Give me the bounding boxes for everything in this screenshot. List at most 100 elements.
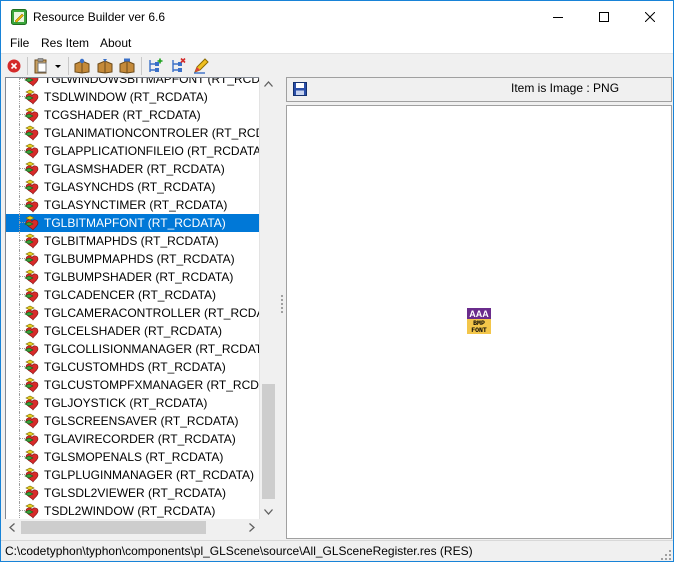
resource-item-icon (24, 269, 39, 285)
tree-item[interactable]: TGLASYNCHDS (RT_RCDATA) (6, 178, 264, 196)
tree-item[interactable]: TGLAPPLICATIONFILEIO (RT_RCDATA) (6, 142, 264, 160)
tree-connector-line (19, 286, 20, 304)
add-item-button[interactable] (146, 57, 164, 75)
tree-item-label: TGLCUSTOMHDS (RT_RCDATA) (44, 360, 226, 374)
tree-horizontal-scrollbar[interactable] (5, 519, 259, 536)
menu-file[interactable]: File (10, 36, 29, 50)
tree-item-label: TGLANIMATIONCONTROLER (RT_RCDATA) (44, 126, 264, 140)
tree-item[interactable]: TGLAVIRECORDER (RT_RCDATA) (6, 430, 264, 448)
resource-item-icon (24, 197, 39, 213)
item-type-label: Item is Image : PNG (511, 81, 620, 95)
tree-item-label: TGLBITMAPFONT (RT_RCDATA) (44, 216, 226, 230)
tree-item-label: TGLCADENCER (RT_RCDATA) (44, 288, 217, 302)
save-icon[interactable] (293, 82, 307, 96)
tree-item[interactable]: TGLBITMAPFONT (RT_RCDATA) (6, 214, 264, 232)
tree-item[interactable]: TGLSCREENSAVER (RT_RCDATA) (6, 412, 264, 430)
scroll-up-icon[interactable] (264, 81, 273, 87)
scroll-down-icon[interactable] (264, 509, 273, 515)
tree-item[interactable]: TGLPLUGINMANAGER (RT_RCDATA) (6, 466, 264, 484)
resource-item-icon (24, 215, 39, 231)
open-button[interactable] (73, 57, 91, 75)
image-text-mid: BMP (473, 320, 485, 327)
tree-item[interactable]: TGLJOYSTICK (RT_RCDATA) (6, 394, 264, 412)
toolbar-separator (141, 57, 142, 75)
tree-item[interactable]: TGLSMOPENALS (RT_RCDATA) (6, 448, 264, 466)
image-text-top: AAA (469, 309, 489, 319)
tree-connector-line (19, 196, 20, 214)
new-dropdown-button[interactable] (32, 57, 64, 75)
minimize-icon (553, 17, 563, 18)
resource-item-icon (24, 377, 39, 393)
scrollbar-corner (259, 519, 276, 536)
maximize-button[interactable] (581, 1, 627, 33)
tree-connector-line (19, 466, 20, 484)
scroll-left-icon[interactable] (9, 523, 15, 532)
title-bar[interactable]: Resource Builder ver 6.6 (1, 1, 673, 33)
tree-item-label: TGLBUMPMAPHDS (RT_RCDATA) (44, 252, 235, 266)
scroll-thumb[interactable] (262, 384, 275, 499)
delete-item-button[interactable] (169, 57, 187, 75)
tree-item-label: TGLASYNCHDS (RT_RCDATA) (44, 180, 216, 194)
tree-item[interactable]: TGLCUSTOMPFXMANAGER (RT_RCDATA) (6, 376, 264, 394)
scroll-thumb[interactable] (21, 521, 206, 534)
splitter-grip (281, 303, 283, 305)
tree-connector-line (19, 412, 20, 430)
tree-item[interactable]: TSDL2WINDOW (RT_RCDATA) (6, 502, 264, 520)
splitter-grip (281, 311, 283, 313)
tree-connector-line (19, 268, 20, 286)
tree-item-label: TGLSCREENSAVER (RT_RCDATA) (44, 414, 239, 428)
tree-item[interactable]: TGLCADENCER (RT_RCDATA) (6, 286, 264, 304)
image-text-bot: FONT (471, 327, 487, 334)
tree-item[interactable]: TGLWINDOWSBITMAPFONT (RT_RCDATA) (6, 78, 264, 88)
tree-item[interactable]: TCGSHADER (RT_RCDATA) (6, 106, 264, 124)
resource-item-icon (24, 107, 39, 123)
toolbar-separator (27, 57, 28, 75)
close-file-button[interactable] (5, 57, 23, 75)
add-item-icon (149, 58, 163, 72)
status-bar: C:\codetyphon\typhon\components\pl_GLSce… (1, 540, 673, 561)
pane-splitter[interactable] (279, 77, 285, 537)
resource-item-icon (24, 179, 39, 195)
tree-vertical-scrollbar[interactable] (259, 77, 277, 519)
close-window-button[interactable] (627, 1, 673, 33)
tree-connector-line (19, 484, 20, 502)
tree-item-label: TCGSHADER (RT_RCDATA) (44, 108, 201, 122)
tree-item[interactable]: TGLSDL2VIEWER (RT_RCDATA) (6, 484, 264, 502)
tree-item[interactable]: TGLCAMERACONTROLLER (RT_RCDATA) (6, 304, 264, 322)
tree-connector-line (19, 250, 20, 268)
app-window: Resource Builder ver 6.6 File Res Item A… (0, 0, 674, 562)
tree-item[interactable]: TSDLWINDOW (RT_RCDATA) (6, 88, 264, 106)
tree-item[interactable]: TGLBUMPMAPHDS (RT_RCDATA) (6, 250, 264, 268)
tree-item[interactable]: TGLBUMPSHADER (RT_RCDATA) (6, 268, 264, 286)
splitter-grip (281, 299, 283, 301)
tree-item[interactable]: TGLCELSHADER (RT_RCDATA) (6, 322, 264, 340)
tree-item[interactable]: TGLCUSTOMHDS (RT_RCDATA) (6, 358, 264, 376)
tree-connector-line (19, 124, 20, 142)
menu-about[interactable]: About (100, 36, 131, 50)
paste-button[interactable] (96, 57, 114, 75)
tree-connector-line (19, 448, 20, 466)
menu-res-item[interactable]: Res Item (41, 36, 89, 50)
resource-item-icon (24, 251, 39, 267)
resize-grip-icon[interactable] (661, 550, 671, 560)
tree-item[interactable]: TGLBITMAPHDS (RT_RCDATA) (6, 232, 264, 250)
tree-item[interactable]: TGLASYNCTIMER (RT_RCDATA) (6, 196, 264, 214)
tree-item-label: TGLCELSHADER (RT_RCDATA) (44, 324, 223, 338)
edit-item-button[interactable] (192, 57, 210, 75)
resource-item-icon (24, 78, 39, 87)
resource-item-icon (24, 395, 39, 411)
resource-item-icon (24, 143, 39, 159)
replace-button[interactable] (118, 57, 136, 75)
toolbar-separator (68, 57, 69, 75)
resource-tree[interactable]: TGLWINDOWSBITMAPFONT (RT_RCDATA) TSDLWIND… (5, 77, 265, 521)
tree-connector-line (19, 304, 20, 322)
box-icon (119, 58, 135, 74)
minimize-button[interactable] (535, 1, 581, 33)
tree-item-label: TGLPLUGINMANAGER (RT_RCDATA) (44, 468, 255, 482)
tree-item[interactable]: TGLASMSHADER (RT_RCDATA) (6, 160, 264, 178)
tree-item-label: TGLAVIRECORDER (RT_RCDATA) (44, 432, 236, 446)
tree-item[interactable]: TGLCOLLISIONMANAGER (RT_RCDATA) (6, 340, 264, 358)
resource-item-icon (24, 233, 39, 249)
scroll-right-icon[interactable] (249, 523, 255, 532)
tree-item[interactable]: TGLANIMATIONCONTROLER (RT_RCDATA) (6, 124, 264, 142)
